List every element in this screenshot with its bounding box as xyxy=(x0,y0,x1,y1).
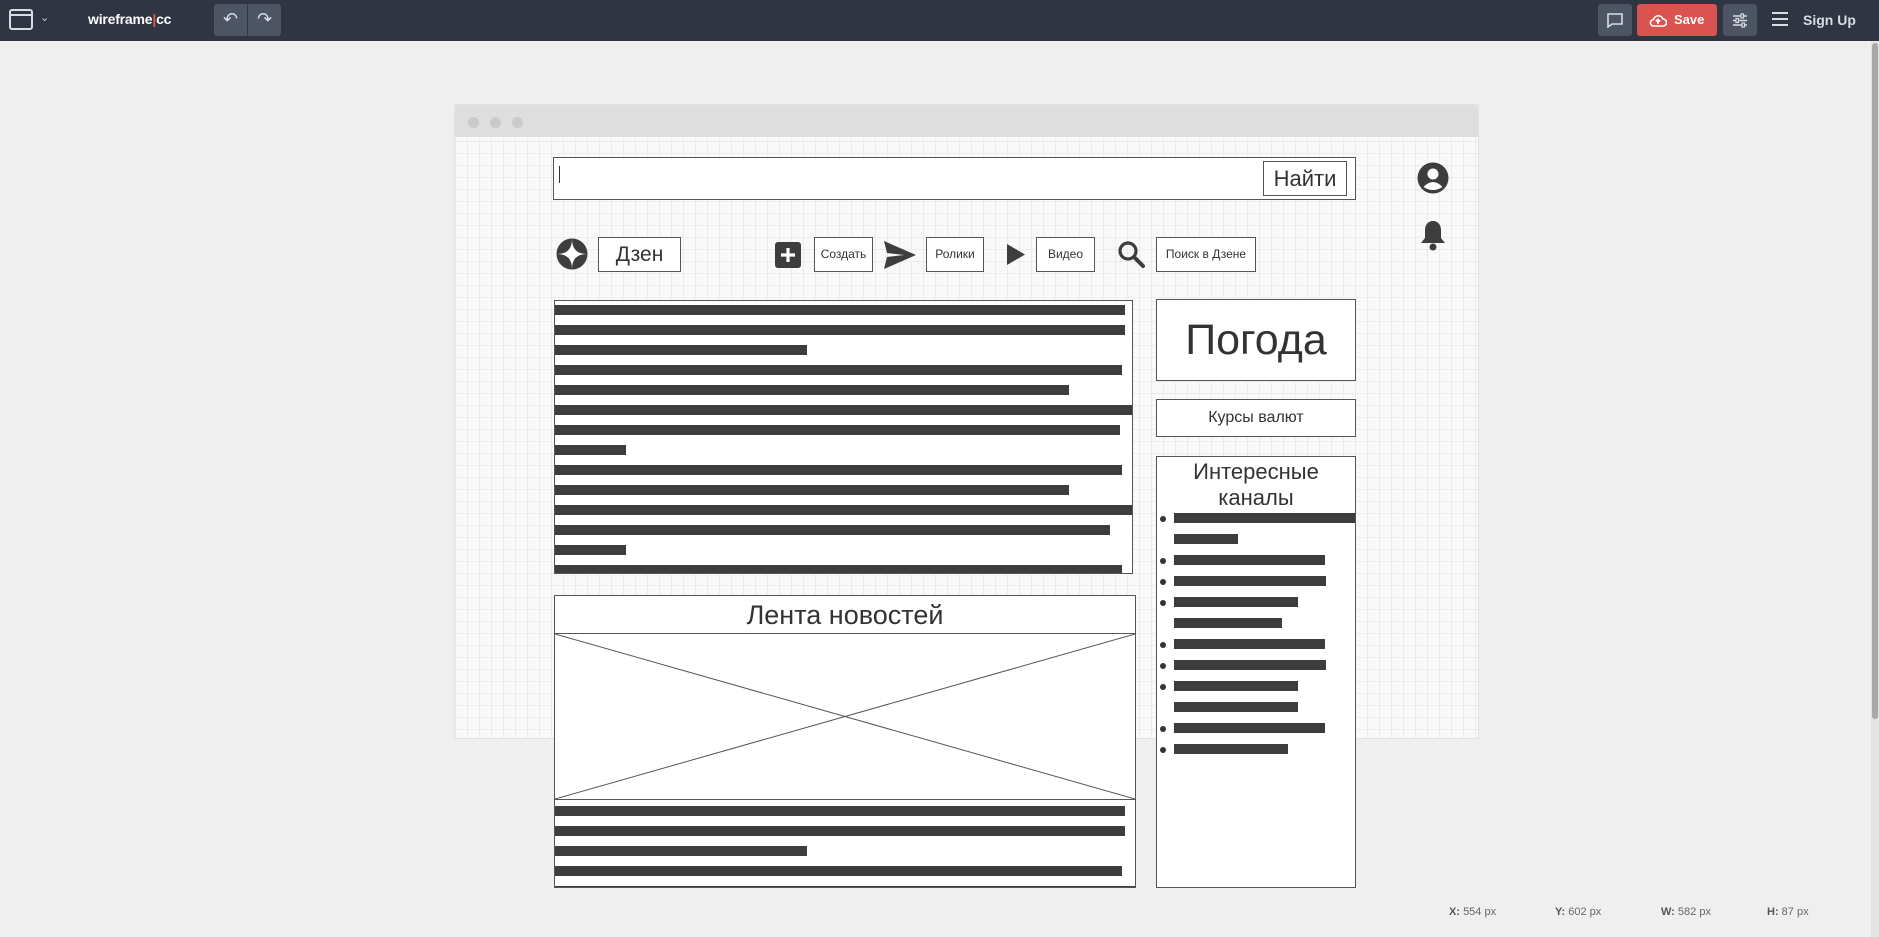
list-item[interactable] xyxy=(1174,723,1325,733)
text-line xyxy=(555,505,1132,515)
dzen-logo-icon[interactable] xyxy=(556,238,588,270)
channels-title-line: каналы xyxy=(1218,485,1294,510)
text-line xyxy=(555,425,1120,435)
search-input[interactable] xyxy=(553,157,1356,200)
comment-button[interactable] xyxy=(1598,4,1632,36)
list-bullet xyxy=(1160,516,1166,522)
text-line xyxy=(555,826,1125,836)
list-item[interactable] xyxy=(1174,744,1288,754)
list-item[interactable] xyxy=(1174,513,1355,523)
currency-rates-widget[interactable]: Курсы валют xyxy=(1156,399,1356,437)
scrollbar-thumb[interactable] xyxy=(1872,43,1878,719)
text-line xyxy=(555,806,1125,816)
list-bullet xyxy=(1160,642,1166,648)
list-bullet xyxy=(1160,747,1166,753)
top-toolbar: ⌄ wireframe|cc ↶ ↷ Save Sign Up xyxy=(0,0,1879,41)
window-dot xyxy=(490,117,501,128)
settings-button[interactable] xyxy=(1723,4,1757,36)
window-dot xyxy=(512,117,523,128)
nav-reels-button[interactable]: Ролики xyxy=(926,237,984,272)
sign-up-link[interactable]: Sign Up xyxy=(1803,12,1856,28)
list-bullet xyxy=(1160,684,1166,690)
send-icon[interactable] xyxy=(884,241,916,269)
comment-icon xyxy=(1607,13,1623,28)
chevron-down-icon[interactable]: ⌄ xyxy=(40,11,49,24)
list-item[interactable] xyxy=(1174,597,1298,607)
play-icon[interactable] xyxy=(1007,244,1025,265)
text-line xyxy=(555,565,1122,573)
text-line xyxy=(555,385,1069,395)
app-logo: wireframe|cc xyxy=(88,11,172,27)
find-button[interactable]: Найти xyxy=(1263,161,1347,196)
user-circle-icon[interactable] xyxy=(1417,162,1449,194)
text-line xyxy=(555,365,1122,375)
list-item[interactable] xyxy=(1174,660,1326,670)
browser-title-bar xyxy=(455,105,1478,137)
save-label: Save xyxy=(1674,12,1705,27)
search-icon[interactable] xyxy=(1117,240,1145,268)
text-line xyxy=(555,485,1069,495)
list-bullet xyxy=(1160,600,1166,606)
list-item[interactable] xyxy=(1174,702,1298,712)
image-placeholder xyxy=(555,634,1135,800)
list-bullet xyxy=(1160,579,1166,585)
text-line xyxy=(555,866,1122,876)
text-line xyxy=(555,325,1125,335)
text-line xyxy=(555,886,1135,887)
hamburger-menu-icon[interactable] xyxy=(1772,12,1788,26)
article-text-block[interactable] xyxy=(554,300,1133,574)
text-line xyxy=(555,465,1122,475)
save-button[interactable]: Save xyxy=(1637,4,1717,36)
nav-video-button[interactable]: Видео xyxy=(1036,237,1095,272)
list-item[interactable] xyxy=(1174,576,1326,586)
redo-icon: ↷ xyxy=(256,9,273,29)
cloud-upload-icon xyxy=(1649,15,1667,27)
undo-button[interactable]: ↶ xyxy=(214,4,247,36)
interesting-channels-panel[interactable]: Интересные каналы xyxy=(1156,456,1356,888)
weather-widget[interactable]: Погода xyxy=(1156,299,1356,381)
text-line xyxy=(555,405,1132,415)
text-line xyxy=(555,846,807,856)
list-item[interactable] xyxy=(1174,639,1325,649)
nav-dzen-button[interactable]: Дзен xyxy=(598,237,681,272)
list-bullet xyxy=(1160,663,1166,669)
text-line xyxy=(555,445,626,455)
channels-title: Интересные каналы xyxy=(1157,459,1355,511)
list-item[interactable] xyxy=(1174,555,1325,565)
list-bullet xyxy=(1160,726,1166,732)
nav-search-dzen-button[interactable]: Поиск в Дзене xyxy=(1156,237,1256,272)
window-icon[interactable] xyxy=(9,9,33,30)
status-y: Y: 602 px xyxy=(1555,906,1602,918)
window-dot xyxy=(468,117,479,128)
text-cursor xyxy=(559,166,560,183)
redo-button[interactable]: ↷ xyxy=(248,4,281,36)
list-bullet xyxy=(1160,558,1166,564)
list-item[interactable] xyxy=(1174,681,1298,691)
list-item[interactable] xyxy=(1174,618,1282,628)
news-feed-title: Лента новостей xyxy=(555,596,1135,634)
text-line xyxy=(555,305,1125,315)
text-line xyxy=(555,545,626,555)
undo-icon: ↶ xyxy=(222,9,239,29)
text-line xyxy=(555,525,1110,535)
news-feed-panel[interactable]: Лента новостей xyxy=(554,595,1136,888)
sliders-icon xyxy=(1733,13,1747,28)
text-line xyxy=(555,345,807,355)
vertical-scrollbar[interactable] xyxy=(1871,41,1879,937)
plus-square-icon[interactable] xyxy=(775,242,801,268)
status-x: X: 554 px xyxy=(1449,906,1497,918)
bell-icon[interactable] xyxy=(1419,219,1447,251)
status-w: W: 582 px xyxy=(1661,906,1711,918)
nav-create-button[interactable]: Создать xyxy=(814,237,873,272)
channels-title-line: Интересные xyxy=(1193,459,1319,484)
status-h: H: 87 px xyxy=(1767,906,1809,918)
list-item[interactable] xyxy=(1174,534,1238,544)
